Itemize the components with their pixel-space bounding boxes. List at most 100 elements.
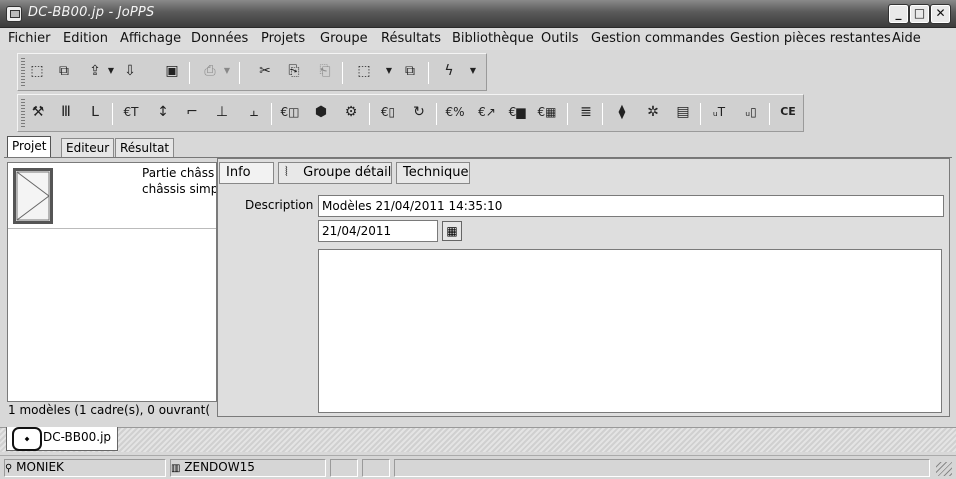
- menu-projets[interactable]: Projets: [261, 31, 305, 46]
- document-tab-strip: [0, 427, 956, 452]
- l-profile-icon[interactable]: ꓡ: [84, 101, 106, 123]
- u-profile-icon[interactable]: ᵤꓔ: [708, 101, 730, 123]
- toolbar-separator: [567, 103, 568, 125]
- menu-bibliotheque[interactable]: Bibliothèque: [452, 31, 534, 46]
- window-title: DC-BB00.jp - JoPPS: [28, 5, 155, 20]
- cut-icon[interactable]: ✂: [254, 60, 276, 82]
- import-icon[interactable]: ⇩: [119, 60, 141, 82]
- cog-icon[interactable]: ✲: [642, 101, 664, 123]
- corner-icon[interactable]: ⌐: [181, 101, 203, 123]
- paste-icon[interactable]: ⎘: [283, 60, 305, 82]
- profile-icon[interactable]: Ⅲ: [55, 101, 77, 123]
- description-field[interactable]: Modèles 21/04/2011 14:35:10: [318, 195, 944, 217]
- menu-groupe[interactable]: Groupe: [320, 31, 368, 46]
- menu-affichage[interactable]: Affichage: [120, 31, 181, 46]
- status-db-pane: ▥ ZENDOW15: [170, 459, 326, 477]
- euro-profile-icon[interactable]: €ꓔ: [120, 101, 142, 123]
- open-dropdown-icon[interactable]: ▼: [107, 60, 115, 82]
- project-summary: 1 modèles (1 cadre(s), 0 ouvrant(: [8, 403, 211, 417]
- toolbar-separator: [428, 62, 429, 84]
- subtab-groupe-detail-label: Groupe détail: [303, 165, 392, 180]
- menu-fichier[interactable]: Fichier: [8, 31, 51, 46]
- tab-projet[interactable]: Projet: [7, 136, 52, 158]
- tools-toolbar: ⚒ Ⅲ ꓡ €ꓔ ↕ ⌐ ⊥ ⫠ €◫ ⬢ ⚙ €▯ ↻ €% €↗ €▆ €▦…: [17, 94, 804, 132]
- windows-icon[interactable]: ⧉: [399, 60, 421, 82]
- print-dropdown-icon[interactable]: ▼: [223, 60, 231, 82]
- beam-icon[interactable]: ⫠: [243, 101, 265, 123]
- dimension-icon[interactable]: ↕: [152, 101, 174, 123]
- euro-panel-icon[interactable]: €▯: [377, 101, 399, 123]
- minimize-button[interactable]: _: [888, 4, 909, 24]
- list-icon[interactable]: ≣: [575, 101, 597, 123]
- box-icon[interactable]: ⬢: [310, 101, 332, 123]
- status-pane-empty-2: [362, 459, 390, 477]
- menu-resultats[interactable]: Résultats: [381, 31, 441, 46]
- euro-chart-icon[interactable]: €↗: [476, 101, 498, 123]
- toolbar-separator: [700, 103, 701, 125]
- euro-glazing-icon[interactable]: €◫: [279, 101, 301, 123]
- toolbar-separator: [769, 103, 770, 125]
- menu-gestion-pieces[interactable]: Gestion pièces restantes: [730, 31, 891, 46]
- ce-mark-icon[interactable]: CE: [777, 101, 799, 123]
- open-icon[interactable]: ⇪: [84, 60, 106, 82]
- paste-special-icon[interactable]: ⎗: [314, 60, 336, 82]
- rotate-icon[interactable]: ↻: [408, 101, 430, 123]
- euro-percent-icon[interactable]: €%: [444, 101, 466, 123]
- stack-icon[interactable]: ▤: [672, 101, 694, 123]
- paperclip-icon: ⦚: [285, 165, 288, 180]
- menu-gestion-commandes[interactable]: Gestion commandes: [591, 31, 725, 46]
- window-thumbnail[interactable]: [13, 168, 53, 224]
- gears-icon[interactable]: ⚙: [340, 101, 362, 123]
- lightning-dropdown-icon[interactable]: ▼: [469, 60, 477, 82]
- euro-bar-icon[interactable]: €▆: [506, 101, 528, 123]
- wrench-icon[interactable]: ⚒: [27, 101, 49, 123]
- description-label: Description: [245, 198, 314, 212]
- assembly-icon[interactable]: ⊥: [211, 101, 233, 123]
- app-icon[interactable]: [6, 6, 22, 22]
- project-list[interactable]: Partie châss châssis simp: [7, 162, 217, 402]
- menu-aide[interactable]: Aide: [892, 31, 921, 46]
- project-item-desc: Partie châss châssis simp: [142, 165, 216, 197]
- calendar-icon[interactable]: ▦: [442, 221, 462, 241]
- title-bar: DC-BB00.jp - JoPPS _ □ ✕: [0, 0, 956, 28]
- tab-resultat[interactable]: Résultat: [115, 138, 175, 158]
- new-icon[interactable]: ⬚: [26, 60, 48, 82]
- document-icon: ⬩: [12, 427, 42, 451]
- user-icon: ⚲: [5, 463, 13, 474]
- toolbar-grip[interactable]: [21, 58, 25, 86]
- notes-area[interactable]: [318, 249, 942, 413]
- menu-outils[interactable]: Outils: [541, 31, 579, 46]
- euro-table-icon[interactable]: €▦: [536, 101, 558, 123]
- status-pane-empty-1: [330, 459, 358, 477]
- save-icon[interactable]: ▣: [161, 60, 183, 82]
- status-user-pane: ⚲ MONIEK: [4, 459, 166, 477]
- date-field[interactable]: 21/04/2011: [318, 220, 438, 242]
- print-icon[interactable]: ⎙: [199, 60, 221, 82]
- lightning-icon[interactable]: ϟ: [438, 60, 460, 82]
- tab-editeur[interactable]: Editeur: [61, 138, 115, 158]
- toolbar-separator: [239, 62, 240, 84]
- toolbar-separator: [436, 103, 437, 125]
- subtab-groupe-detail[interactable]: ⦚ Groupe détail: [278, 162, 392, 184]
- copy-icon[interactable]: ⧉: [53, 60, 75, 82]
- u-panel-icon[interactable]: ᵤ▯: [740, 101, 762, 123]
- database-icon: ▥: [171, 463, 181, 474]
- weld-icon[interactable]: ⧫: [611, 101, 633, 123]
- subtab-technique[interactable]: Technique: [396, 162, 470, 184]
- toolbar-separator: [602, 103, 603, 125]
- menu-donnees[interactable]: Données: [191, 31, 248, 46]
- toolbar-separator: [189, 62, 190, 84]
- project-item-line1: Partie châss: [142, 166, 215, 180]
- status-database: ZENDOW15: [184, 460, 255, 474]
- frame-diagram: [16, 171, 50, 221]
- select-icon[interactable]: ⬚: [353, 60, 375, 82]
- toolbar-grip[interactable]: [21, 99, 25, 127]
- toolbar-separator: [342, 62, 343, 84]
- resize-grip-icon[interactable]: [936, 462, 952, 476]
- select-dropdown-icon[interactable]: ▼: [385, 60, 393, 82]
- close-button[interactable]: ✕: [930, 4, 951, 24]
- status-bar: ⚲ MONIEK ▥ ZENDOW15: [0, 455, 956, 479]
- subtab-info[interactable]: Info: [219, 162, 274, 184]
- menu-edition[interactable]: Edition: [63, 31, 108, 46]
- maximize-button[interactable]: □: [909, 4, 930, 24]
